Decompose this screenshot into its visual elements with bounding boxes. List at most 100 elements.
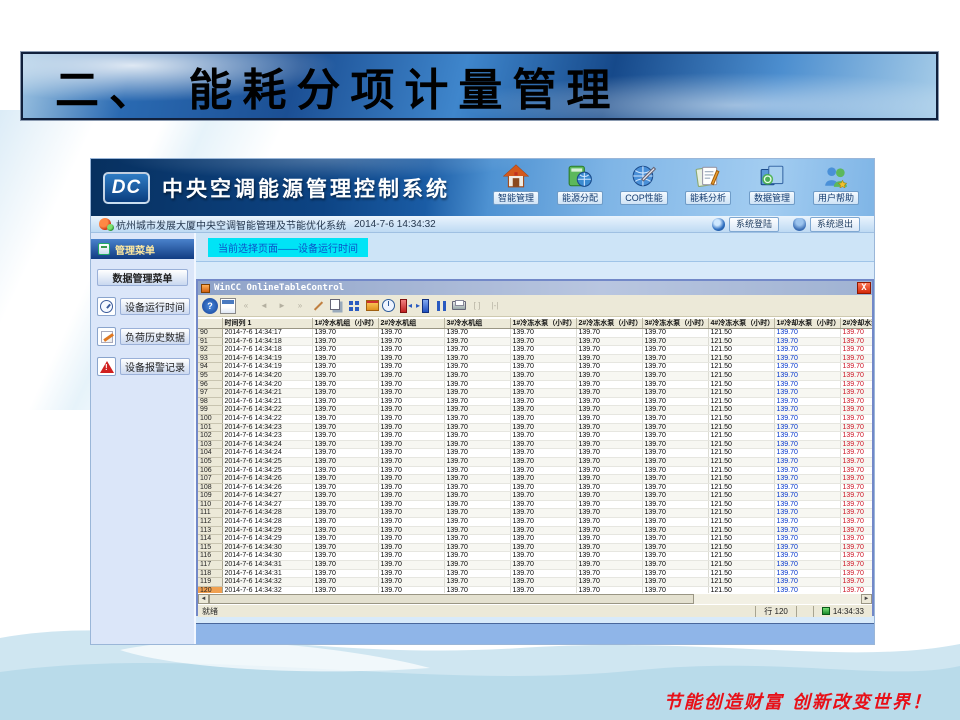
cell-value[interactable]: 139.70 [642, 371, 708, 380]
cell-value[interactable]: 139.70 [774, 363, 840, 372]
cell-value[interactable]: 139.70 [840, 432, 872, 441]
cell-value[interactable]: 139.70 [774, 371, 840, 380]
cell-value[interactable]: 139.70 [642, 449, 708, 458]
table-row[interactable]: 982014-7-6 14:34:21139.70139.70139.70139… [198, 397, 872, 406]
cell-time[interactable]: 2014-7-6 14:34:31 [222, 569, 312, 578]
cell-value[interactable]: 139.70 [576, 569, 642, 578]
cell-time[interactable]: 2014-7-6 14:34:27 [222, 492, 312, 501]
cell-value[interactable]: 139.70 [774, 526, 840, 535]
cell-value[interactable]: 139.70 [444, 389, 510, 398]
cell-value[interactable]: 139.70 [774, 466, 840, 475]
table-row[interactable]: 1162014-7-6 14:34:30139.70139.70139.7013… [198, 552, 872, 561]
cell-value[interactable]: 139.70 [444, 346, 510, 355]
cell-value[interactable]: 139.70 [312, 449, 378, 458]
cell-value[interactable]: 139.70 [312, 509, 378, 518]
cell-value[interactable]: 139.70 [840, 389, 872, 398]
cell-value[interactable]: 139.70 [510, 466, 576, 475]
cell-value[interactable]: 139.70 [378, 432, 444, 441]
cell-value[interactable]: 139.70 [576, 543, 642, 552]
cell-value[interactable]: 139.70 [576, 492, 642, 501]
select-columns-icon[interactable] [346, 298, 362, 314]
table-row[interactable]: 1122014-7-6 14:34:28139.70139.70139.7013… [198, 518, 872, 527]
cell-time[interactable]: 2014-7-6 14:34:29 [222, 535, 312, 544]
scrollbar-thumb[interactable] [209, 594, 694, 604]
horizontal-scrollbar[interactable]: ◄ ► [198, 593, 872, 604]
cell-value[interactable]: 139.70 [576, 406, 642, 415]
cell-time[interactable]: 2014-7-6 14:34:18 [222, 337, 312, 346]
cell-time[interactable]: 2014-7-6 14:34:24 [222, 449, 312, 458]
cell-value[interactable]: 121.50 [708, 518, 774, 527]
cell-value[interactable]: 139.70 [576, 354, 642, 363]
cell-value[interactable]: 139.70 [510, 414, 576, 423]
cell-value[interactable]: 139.70 [774, 423, 840, 432]
cell-value[interactable]: 121.50 [708, 380, 774, 389]
cell-value[interactable]: 139.70 [378, 535, 444, 544]
cell-value[interactable]: 121.50 [708, 371, 774, 380]
cell-value[interactable]: 139.70 [840, 346, 872, 355]
cell-time[interactable]: 2014-7-6 14:34:24 [222, 440, 312, 449]
row-number[interactable]: 90 [198, 329, 222, 338]
cell-value[interactable]: 139.70 [378, 561, 444, 570]
table-row[interactable]: 1142014-7-6 14:34:29139.70139.70139.7013… [198, 535, 872, 544]
cell-value[interactable]: 139.70 [312, 389, 378, 398]
cell-value[interactable]: 139.70 [444, 414, 510, 423]
cell-value[interactable]: 139.70 [840, 586, 872, 593]
cell-value[interactable]: 139.70 [642, 526, 708, 535]
cell-value[interactable]: 139.70 [510, 432, 576, 441]
row-number[interactable]: 106 [198, 466, 222, 475]
pause-icon[interactable] [433, 298, 449, 314]
cell-value[interactable]: 139.70 [774, 552, 840, 561]
cell-value[interactable]: 139.70 [312, 457, 378, 466]
cell-value[interactable]: 139.70 [444, 543, 510, 552]
cell-value[interactable]: 139.70 [510, 440, 576, 449]
row-number[interactable]: 96 [198, 380, 222, 389]
cell-value[interactable]: 139.70 [642, 457, 708, 466]
table-row[interactable]: 1092014-7-6 14:34:27139.70139.70139.7013… [198, 492, 872, 501]
cell-value[interactable]: 139.70 [774, 440, 840, 449]
cell-value[interactable]: 139.70 [312, 397, 378, 406]
cell-value[interactable]: 139.70 [510, 354, 576, 363]
cell-time[interactable]: 2014-7-6 14:34:30 [222, 543, 312, 552]
previous-icon[interactable]: ◄ [256, 298, 272, 314]
row-number[interactable]: 99 [198, 406, 222, 415]
cell-value[interactable]: 139.70 [444, 354, 510, 363]
sidebar-item-load-history[interactable]: 负荷历史数据 [97, 327, 190, 346]
cell-value[interactable]: 139.70 [642, 509, 708, 518]
cell-value[interactable]: 139.70 [378, 492, 444, 501]
cell-value[interactable]: 139.70 [576, 423, 642, 432]
toolbar-item-energy-analysis[interactable]: 能耗分析 [676, 162, 740, 205]
cell-value[interactable]: 139.70 [642, 389, 708, 398]
cell-time[interactable]: 2014-7-6 14:34:25 [222, 466, 312, 475]
cell-time[interactable]: 2014-7-6 14:34:26 [222, 475, 312, 484]
cell-time[interactable]: 2014-7-6 14:34:19 [222, 354, 312, 363]
table-row[interactable]: 1182014-7-6 14:34:31139.70139.70139.7013… [198, 569, 872, 578]
toolbar-item-energy-allocation[interactable]: 能源分配 [548, 162, 612, 205]
row-number[interactable]: 104 [198, 449, 222, 458]
cell-value[interactable]: 139.70 [378, 552, 444, 561]
cell-value[interactable]: 139.70 [444, 380, 510, 389]
column-header[interactable]: 3#冷冻水泵（小时） [642, 319, 708, 329]
cell-value[interactable]: 139.70 [840, 371, 872, 380]
cell-value[interactable]: 139.70 [510, 500, 576, 509]
row-number[interactable]: 111 [198, 509, 222, 518]
table-row[interactable]: 992014-7-6 14:34:22139.70139.70139.70139… [198, 406, 872, 415]
cell-value[interactable]: 121.50 [708, 509, 774, 518]
cell-value[interactable]: 139.70 [312, 586, 378, 593]
cell-value[interactable]: 139.70 [312, 406, 378, 415]
cell-value[interactable]: 121.50 [708, 406, 774, 415]
cell-value[interactable]: 121.50 [708, 346, 774, 355]
cell-value[interactable]: 121.50 [708, 432, 774, 441]
cell-value[interactable]: 139.70 [774, 500, 840, 509]
cell-value[interactable]: 139.70 [510, 561, 576, 570]
cell-value[interactable]: 139.70 [840, 354, 872, 363]
cell-time[interactable]: 2014-7-6 14:34:28 [222, 509, 312, 518]
row-number[interactable]: 102 [198, 432, 222, 441]
system-login-button[interactable]: 系统登陆 [712, 217, 779, 232]
cell-value[interactable]: 121.50 [708, 500, 774, 509]
cell-value[interactable]: 139.70 [576, 389, 642, 398]
cell-value[interactable]: 121.50 [708, 578, 774, 587]
cell-value[interactable]: 139.70 [576, 578, 642, 587]
column-header[interactable]: 2#冷冻水泵（小时） [576, 319, 642, 329]
cell-value[interactable]: 139.70 [642, 346, 708, 355]
row-number[interactable]: 112 [198, 518, 222, 527]
